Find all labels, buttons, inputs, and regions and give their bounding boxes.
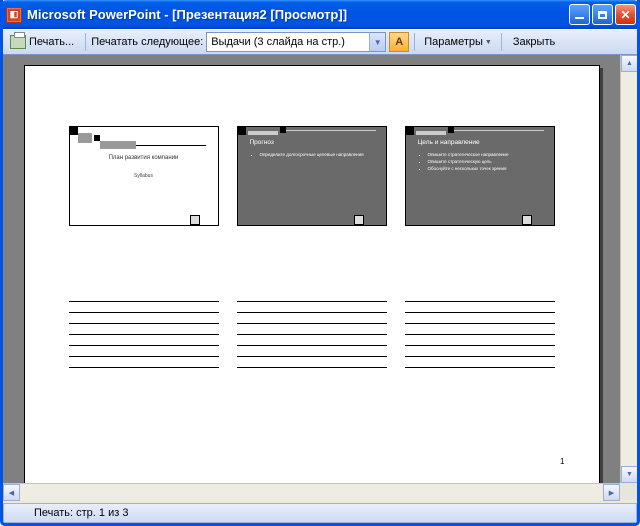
close-label: Закрыть bbox=[513, 36, 555, 48]
status-bar: Печать: стр. 1 из 3 bbox=[3, 503, 637, 523]
slide-thumbnails-row: План развития компании Syllabus Прогноз … bbox=[69, 126, 555, 226]
chevron-down-icon: ▼ bbox=[485, 39, 492, 46]
scroll-down-button[interactable]: ▼ bbox=[621, 466, 638, 483]
scroll-corner bbox=[620, 483, 637, 500]
slide-thumbnail: Цель и направление Опишите стратегическо… bbox=[405, 126, 555, 226]
print-preview-toolbar: Печать... Печатать следующее: Выдачи (3 … bbox=[0, 29, 640, 55]
notes-lines bbox=[237, 301, 387, 378]
print-button-label: Печать... bbox=[29, 36, 74, 48]
notes-lines bbox=[69, 301, 219, 378]
close-preview-button[interactable]: Закрыть bbox=[507, 33, 561, 51]
printer-icon bbox=[10, 35, 26, 49]
vertical-scrollbar[interactable]: ▲ ▼ bbox=[620, 55, 637, 483]
options-menu[interactable]: Параметры ▼ bbox=[420, 34, 496, 50]
slide-bullets: Определите долгосрочные целевые направле… bbox=[238, 146, 386, 159]
window-title: Microsoft PowerPoint - [Презентация2 [Пр… bbox=[27, 7, 569, 22]
combo-value: Выдачи (3 слайда на стр.) bbox=[211, 36, 369, 48]
slide-title: Цель и направление bbox=[406, 139, 554, 146]
options-label: Параметры bbox=[424, 36, 483, 48]
scroll-left-button[interactable]: ◀ bbox=[3, 484, 20, 501]
maximize-button[interactable] bbox=[592, 4, 613, 25]
orientation-button[interactable]: A bbox=[389, 32, 409, 52]
bullet-item: Опишите стратегическую цель bbox=[428, 159, 546, 166]
bullet-item: Определите долгосрочные целевые направле… bbox=[260, 152, 378, 159]
workspace: План развития компании Syllabus Прогноз … bbox=[3, 55, 637, 500]
slide-title: План развития компании bbox=[70, 155, 218, 161]
slide-thumbnail: План развития компании Syllabus bbox=[69, 126, 219, 226]
slide-subtitle: Syllabus bbox=[70, 173, 218, 179]
preview-viewport[interactable]: План развития компании Syllabus Прогноз … bbox=[3, 55, 620, 483]
horizontal-scrollbar[interactable]: ◀ ▶ bbox=[3, 483, 620, 500]
close-button[interactable]: ✕ bbox=[615, 4, 636, 25]
notes-lines bbox=[405, 301, 555, 378]
handout-page: План развития компании Syllabus Прогноз … bbox=[24, 65, 600, 483]
powerpoint-icon: ◧ bbox=[6, 7, 22, 23]
print-what-label: Печатать следующее: bbox=[91, 36, 203, 48]
print-button[interactable]: Печать... bbox=[4, 32, 80, 52]
slide-thumbnail: Прогноз Определите долгосрочные целевые … bbox=[237, 126, 387, 226]
notes-lines-row bbox=[69, 301, 555, 378]
slide-title: Прогноз bbox=[238, 139, 386, 146]
scroll-track[interactable] bbox=[20, 484, 603, 500]
slide-bullets: Опишите стратегическое направление Опиши… bbox=[406, 146, 554, 172]
separator bbox=[85, 33, 86, 51]
page-number: 1 bbox=[560, 457, 564, 466]
separator bbox=[414, 33, 415, 51]
print-what-combo[interactable]: Выдачи (3 слайда на стр.) ▼ bbox=[206, 32, 386, 52]
bullet-item: Опишите стратегическое направление bbox=[428, 152, 546, 159]
scroll-up-button[interactable]: ▲ bbox=[621, 55, 638, 72]
scroll-right-button[interactable]: ▶ bbox=[603, 484, 620, 501]
scroll-track[interactable] bbox=[621, 72, 637, 466]
separator bbox=[501, 33, 502, 51]
bullet-item: Обоснуйте с нескольких точек зрения bbox=[428, 166, 546, 173]
window-buttons: ✕ bbox=[569, 4, 636, 25]
minimize-button[interactable] bbox=[569, 4, 590, 25]
orientation-letter: A bbox=[395, 36, 403, 48]
titlebar: ◧ Microsoft PowerPoint - [Презентация2 [… bbox=[0, 0, 640, 29]
status-text: Печать: стр. 1 из 3 bbox=[34, 507, 128, 519]
chevron-down-icon: ▼ bbox=[369, 33, 385, 51]
